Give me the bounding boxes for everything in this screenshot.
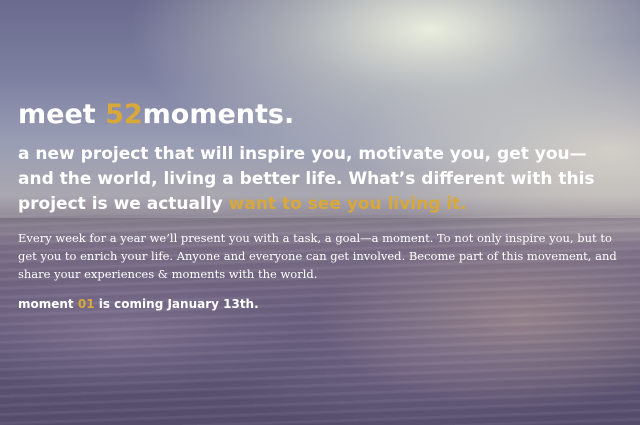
announcement: moment 01 is coming January 13th. — [18, 295, 628, 313]
lede-highlight: want to see you living it. — [228, 194, 467, 214]
intro-content: meet 52moments. a new project that will … — [18, 98, 628, 313]
title-number: 52 — [105, 99, 143, 130]
body-paragraph: Every week for a year we’ll present you … — [18, 231, 617, 281]
title-prefix: meet — [18, 99, 106, 130]
title-suffix: moments. — [142, 99, 295, 130]
lede-paragraph: a new project that will inspire you, mot… — [18, 142, 598, 217]
announcement-prefix: moment — [18, 297, 78, 311]
page-title: meet 52moments. — [18, 98, 628, 132]
announcement-number: 01 — [77, 297, 95, 311]
announcement-suffix: is coming January 13th. — [94, 297, 259, 311]
